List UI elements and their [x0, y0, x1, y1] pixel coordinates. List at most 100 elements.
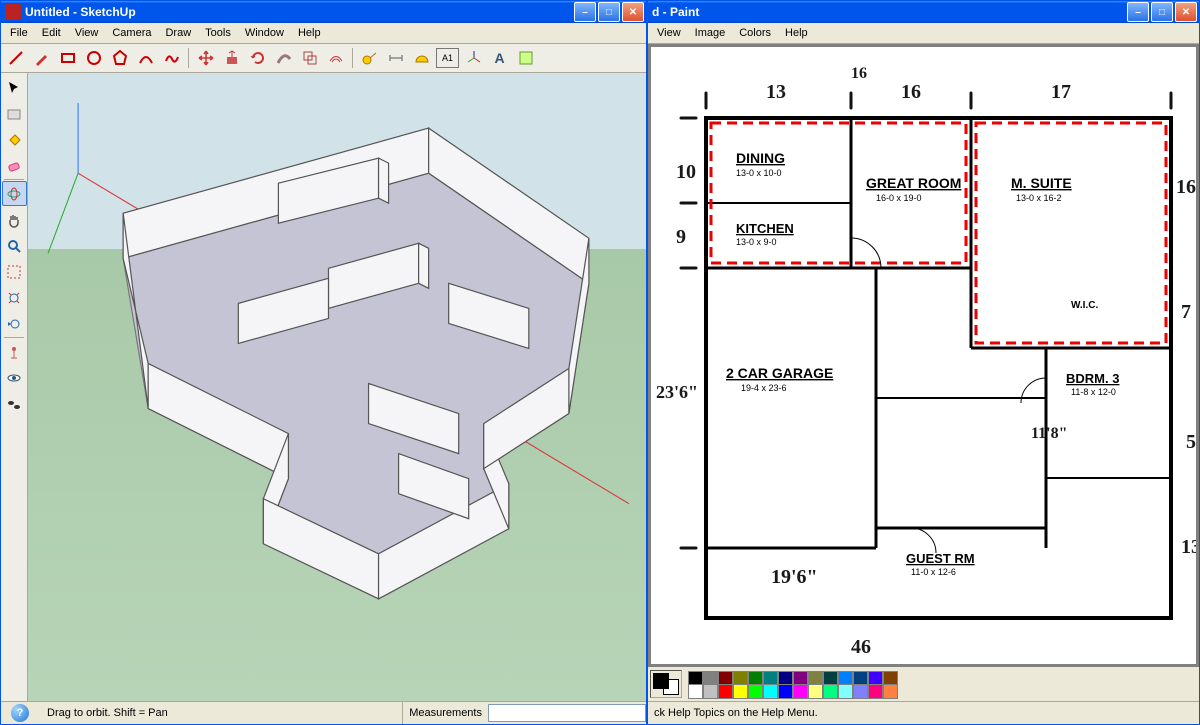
- look-around-tool[interactable]: [2, 365, 27, 390]
- label-garage: 2 CAR GARAGE: [726, 365, 833, 381]
- palette-swatch[interactable]: [823, 684, 838, 699]
- zoom-tool[interactable]: [2, 233, 27, 258]
- dim-right-2: 7: [1181, 301, 1191, 323]
- menu-draw[interactable]: Draw: [158, 25, 198, 41]
- svg-text:19-4 x 23-6: 19-4 x 23-6: [741, 383, 787, 393]
- paint-maximize-button[interactable]: □: [1151, 2, 1173, 22]
- palette-swatch[interactable]: [838, 684, 853, 699]
- eraser-tool[interactable]: [2, 153, 27, 178]
- walk-tool[interactable]: [2, 391, 27, 416]
- offset-tool[interactable]: [323, 46, 348, 71]
- status-hint: Drag to orbit. Shift = Pan: [39, 702, 403, 724]
- paint-menu-colors[interactable]: Colors: [732, 25, 778, 41]
- dim-bottomfar-1: 16: [851, 65, 867, 82]
- circle-tool[interactable]: [81, 46, 106, 71]
- dim-left-2: 9: [676, 226, 686, 248]
- sketchup-viewport[interactable]: [28, 73, 646, 701]
- palette-swatch[interactable]: [793, 684, 808, 699]
- position-camera-tool[interactable]: [2, 339, 27, 364]
- paint-window: d - Paint – □ ✕ View Image Colors Help: [647, 0, 1200, 725]
- followme-tool[interactable]: [271, 46, 296, 71]
- label-msuite: M. SUITE: [1011, 175, 1072, 191]
- help-icon[interactable]: ?: [11, 704, 29, 722]
- menu-tools[interactable]: Tools: [198, 25, 238, 41]
- axes-tool[interactable]: [461, 46, 486, 71]
- paint-canvas[interactable]: DINING 13-0 x 10-0 GREAT ROOM 16-0 x 19-…: [651, 47, 1196, 664]
- palette-grid: [688, 671, 898, 697]
- paint-titlebar[interactable]: d - Paint – □ ✕: [648, 1, 1199, 23]
- scale-tool[interactable]: [297, 46, 322, 71]
- palette-fgbg[interactable]: [650, 670, 682, 698]
- pan-tool[interactable]: [2, 207, 27, 232]
- paint-canvas-area[interactable]: DINING 13-0 x 10-0 GREAT ROOM 16-0 x 19-…: [648, 44, 1199, 667]
- palette-swatch[interactable]: [883, 684, 898, 699]
- menu-camera[interactable]: Camera: [105, 25, 158, 41]
- label-great-room: GREAT ROOM: [866, 175, 961, 191]
- line-tool[interactable]: [3, 46, 28, 71]
- measurements-label: Measurements: [403, 707, 488, 719]
- menu-edit[interactable]: Edit: [35, 25, 68, 41]
- previous-view-tool[interactable]: [2, 311, 27, 336]
- text-tool[interactable]: A1: [435, 46, 460, 71]
- 3dtext-tool[interactable]: A: [487, 46, 512, 71]
- rotate-tool[interactable]: [245, 46, 270, 71]
- paint-minimize-button[interactable]: –: [1127, 2, 1149, 22]
- paint-color-palette: [648, 667, 1199, 701]
- dim-top-1: 13: [766, 81, 786, 103]
- svg-text:13-0 x 10-0: 13-0 x 10-0: [736, 168, 782, 178]
- dim-bottom-2: 11'8": [1031, 425, 1067, 442]
- palette-swatch[interactable]: [733, 684, 748, 699]
- menu-view[interactable]: View: [68, 25, 106, 41]
- dim-right-4: 13: [1181, 536, 1196, 558]
- tape-tool[interactable]: [357, 46, 382, 71]
- palette-swatch[interactable]: [808, 684, 823, 699]
- minimize-button[interactable]: –: [574, 2, 596, 22]
- menu-help[interactable]: Help: [291, 25, 328, 41]
- sketchup-toolbar: A1 A: [1, 44, 646, 73]
- paint-menu-image[interactable]: Image: [688, 25, 733, 41]
- menu-file[interactable]: File: [3, 25, 35, 41]
- orbit-tool[interactable]: [2, 181, 27, 206]
- palette-swatch[interactable]: [868, 684, 883, 699]
- dim-bottom-1: 19'6": [771, 566, 818, 588]
- menu-window[interactable]: Window: [238, 25, 291, 41]
- paint-menu-help[interactable]: Help: [778, 25, 815, 41]
- measurements-input[interactable]: [488, 704, 646, 722]
- palette-swatch[interactable]: [718, 684, 733, 699]
- paint-close-button[interactable]: ✕: [1175, 2, 1197, 22]
- dimension-tool[interactable]: [383, 46, 408, 71]
- paint-menu-view[interactable]: View: [650, 25, 688, 41]
- paint-bucket-tool[interactable]: [2, 127, 27, 152]
- palette-swatch[interactable]: [748, 684, 763, 699]
- freehand-tool[interactable]: [159, 46, 184, 71]
- label-guest: GUEST RM: [906, 551, 975, 566]
- sketchup-titlebar[interactable]: Untitled - SketchUp – □ ✕: [1, 1, 646, 23]
- select-tool[interactable]: [2, 75, 27, 100]
- dim-right-1: 16': [1176, 176, 1196, 198]
- sketchup-statusbar: ? Drag to orbit. Shift = Pan Measurement…: [1, 701, 646, 724]
- palette-swatch[interactable]: [853, 684, 868, 699]
- zoom-extents-tool[interactable]: [2, 285, 27, 310]
- zoom-window-tool[interactable]: [2, 259, 27, 284]
- svg-text:13-0 x 9-0: 13-0 x 9-0: [736, 237, 777, 247]
- protractor-tool[interactable]: [409, 46, 434, 71]
- palette-swatch[interactable]: [703, 684, 718, 699]
- palette-swatch[interactable]: [763, 684, 778, 699]
- palette-swatch[interactable]: [688, 684, 703, 699]
- pushpull-tool[interactable]: [219, 46, 244, 71]
- component-tool[interactable]: [2, 101, 27, 126]
- arc-tool[interactable]: [133, 46, 158, 71]
- fg-swatch[interactable]: [653, 673, 669, 689]
- label-kitchen: KITCHEN: [736, 221, 794, 236]
- pencil-tool[interactable]: [29, 46, 54, 71]
- label-wic: W.I.C.: [1071, 300, 1098, 311]
- close-button[interactable]: ✕: [622, 2, 644, 22]
- palette-swatch[interactable]: [778, 684, 793, 699]
- section-tool[interactable]: [513, 46, 538, 71]
- move-tool[interactable]: [193, 46, 218, 71]
- paint-status-text: ck Help Topics on the Help Menu.: [654, 707, 818, 719]
- rectangle-tool[interactable]: [55, 46, 80, 71]
- maximize-button[interactable]: □: [598, 2, 620, 22]
- polygon-tool[interactable]: [107, 46, 132, 71]
- paint-statusbar: ck Help Topics on the Help Menu.: [648, 701, 1199, 724]
